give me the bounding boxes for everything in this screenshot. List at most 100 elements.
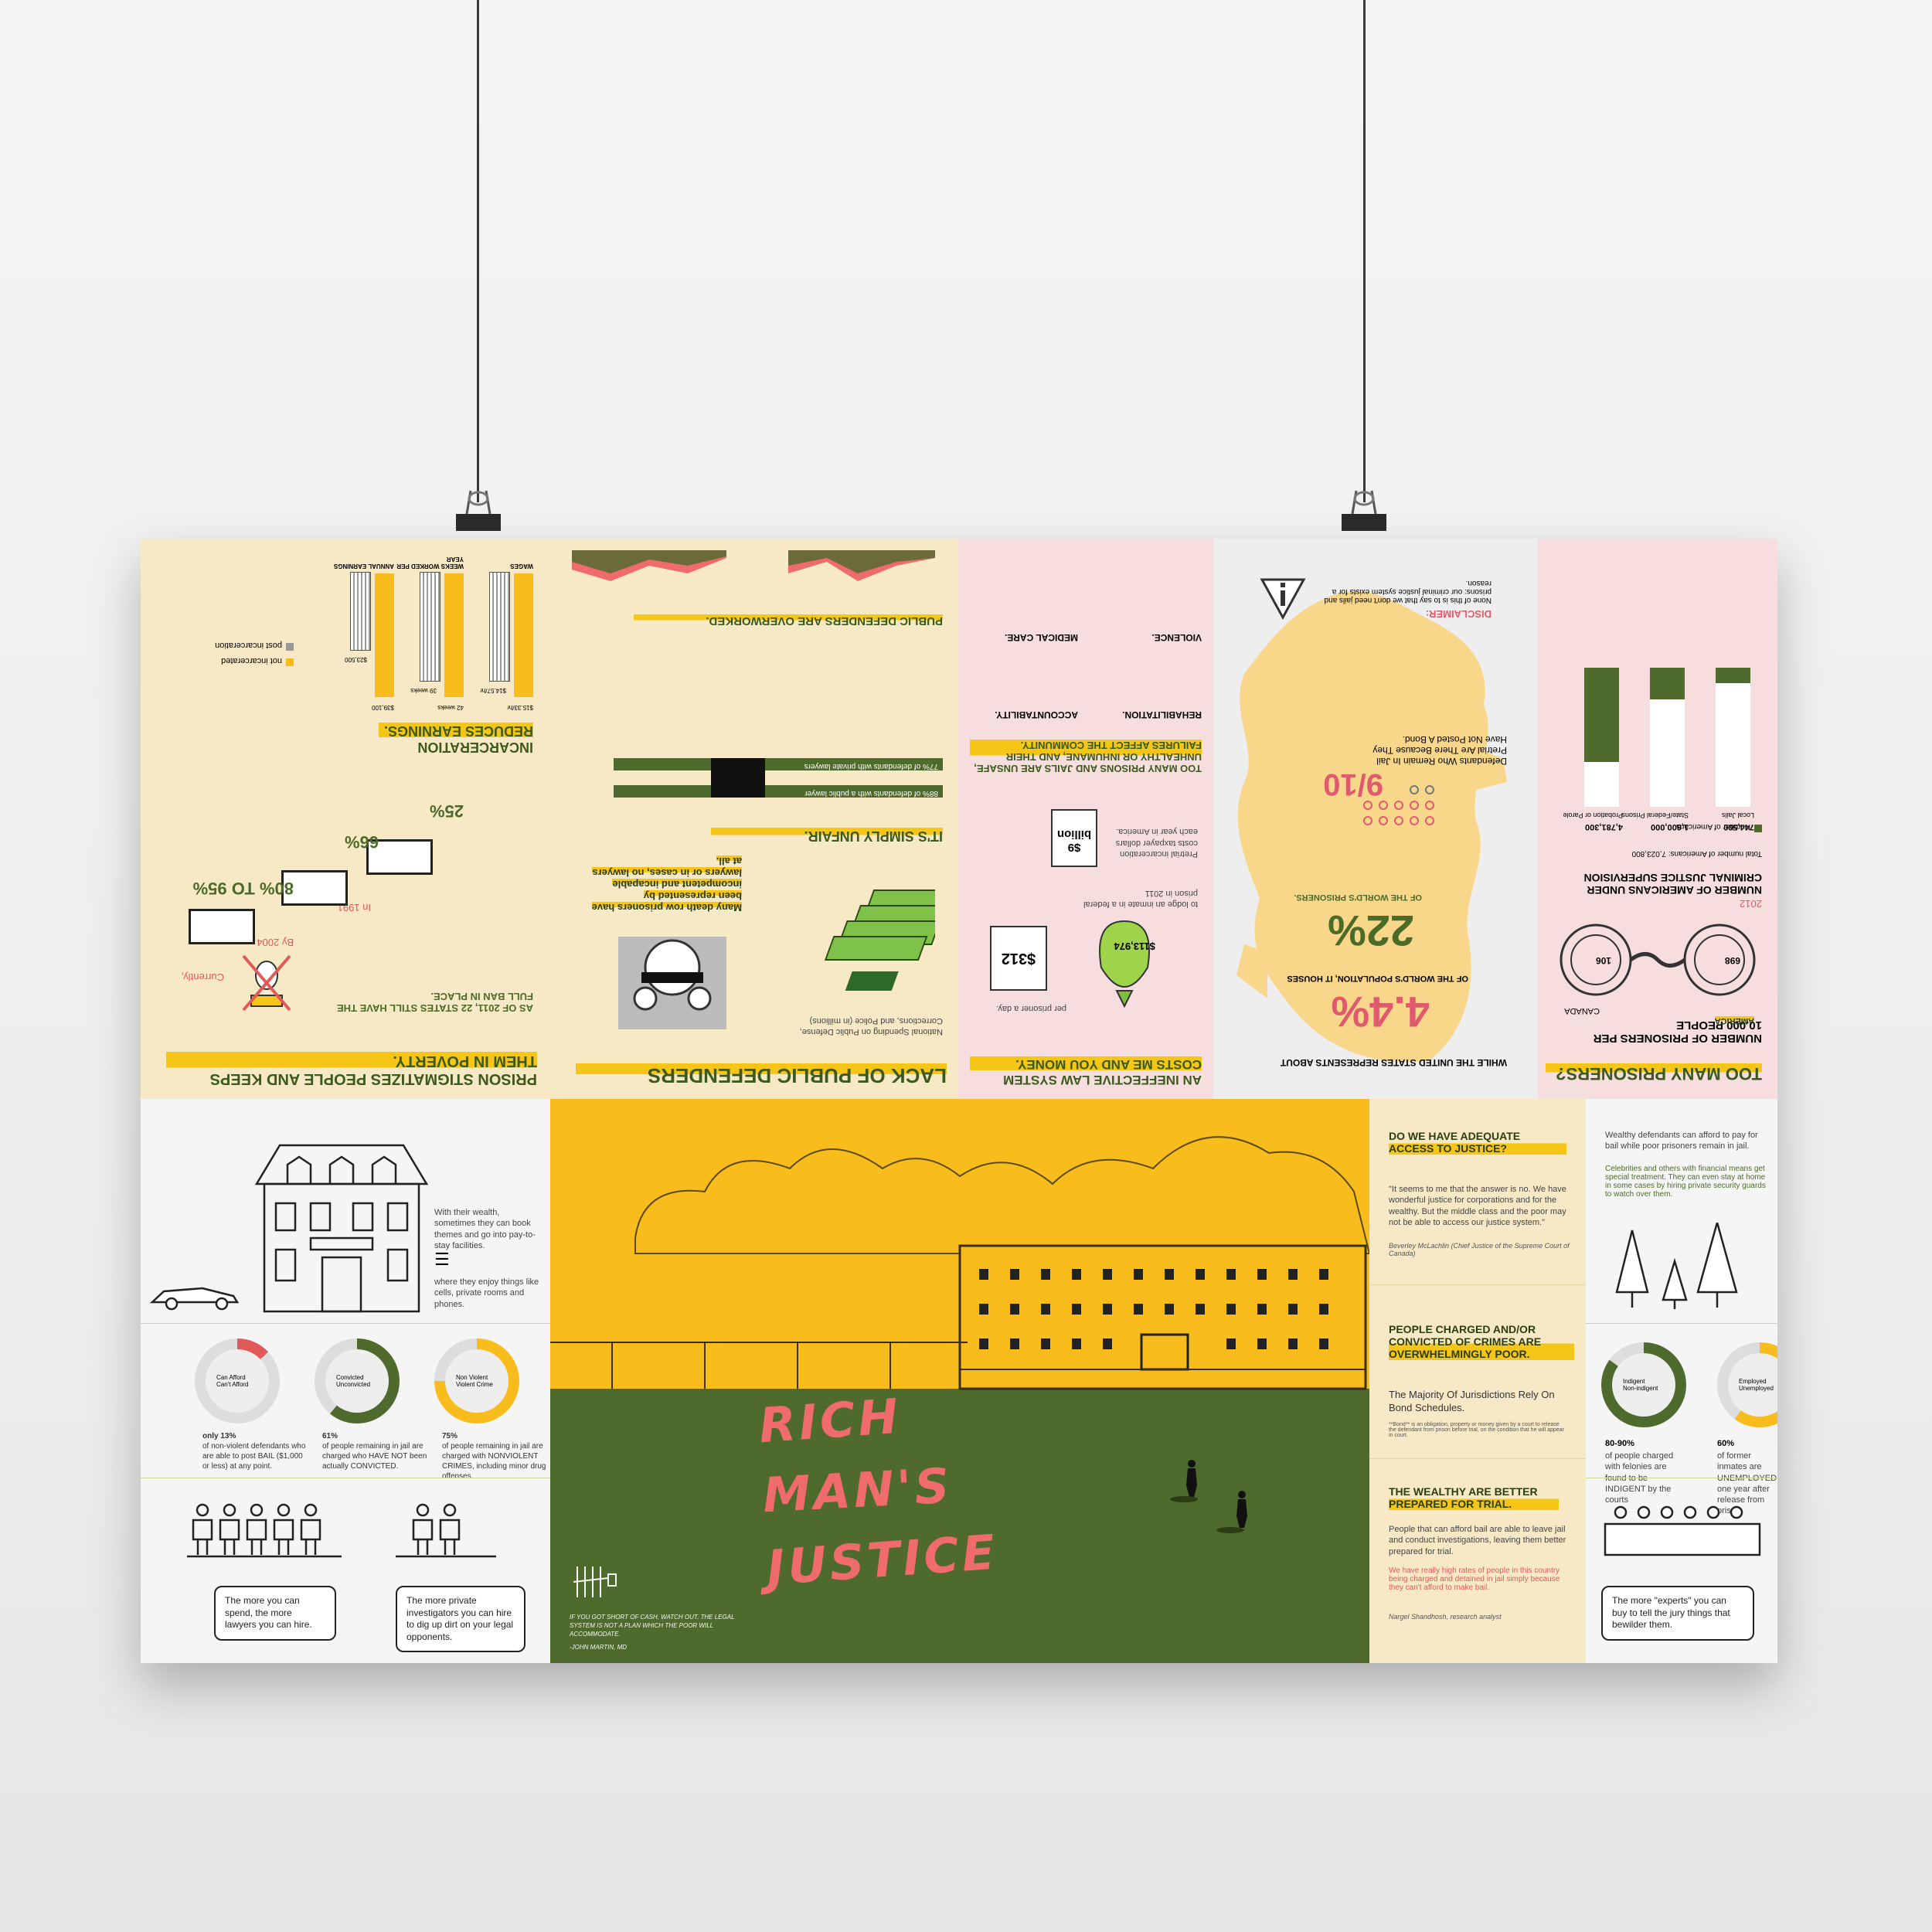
supervision-bar: 744,500 Local Jails [1716,668,1754,832]
disclaimer-text: None of this is to say that we don't nee… [1324,579,1492,604]
supervision-bar-label: Local Jails [1721,811,1754,819]
bail-stat-pct: 61% [322,1432,338,1440]
bond-icons [1345,770,1437,828]
walking-figures [1170,1460,1247,1533]
unemployed-pct: 60% [1717,1439,1735,1448]
money-bag-icon [1099,920,1150,1009]
far-right-panel: Wealthy defendants can afford to pay for… [1586,1099,1777,1663]
supervision-bar-label: State/Federal Prisons [1621,811,1689,819]
bail-stat-pct: only 13% [202,1432,236,1440]
public-defenders-heading: LACK OF PUBLIC DEFENDERS [576,1063,947,1087]
supervision-year: 2012 [1740,898,1762,910]
pct-population-caption: OF THE WORLD'S POPULATION, IT HOUSES [1287,974,1468,983]
cost2-caption: to lodge an inmate in a federal prison i… [1083,888,1198,909]
donut-label: Non Violent [456,1374,488,1381]
supervision-total: Total number of Americans: 7,023,800 [1631,849,1762,858]
cost2-value: $113,974 [1114,940,1155,952]
ineffective-item: MEDICAL CARE. [1004,632,1078,643]
earnings-group: WAGES $15.33/hr $14.57/hr [471,558,533,713]
center-title-panel: RICH MAN'S JUSTICE IF YOU GOT SHORT OF C… [550,1099,1369,1663]
too-many-prisoners-heading: TOO MANY PRISONERS? [1546,1063,1762,1083]
poor-text: The Majority Of Jurisdictions Rely On Bo… [1389,1389,1555,1413]
ineffective-item: REHABILITATION. [1122,709,1202,720]
hanging-wire-right [1363,0,1366,502]
receipt-icon: $312 [990,926,1047,991]
prison-building [958,1244,1367,1390]
legend-post-incarceration: post incarceration [215,641,294,651]
legend-not-incarcerated: not incarcerated [221,656,294,666]
bail-stat: only 13% of non-violent defendants who ar… [202,1431,311,1471]
stigma-heading: PRISON STIGMATIZES PEOPLE AND KEEPS THEM… [166,1052,537,1087]
earnings-chart: WAGES $15.33/hr $14.57/hr WEEKS WORKED PER … [317,543,533,713]
canada-value: 106 [1595,955,1611,966]
america-value: 698 [1724,955,1740,966]
supervision-title: NUMBER OF AMERICANS UNDER CRIMINAL JUSTI… [1583,872,1762,896]
america-label: AMERICA [1714,1016,1754,1026]
wealth-text-1: With their wealth, sometimes they can bo… [434,1208,536,1250]
earnings-value: $23,500 [345,656,367,663]
supervision-bar-value: 1,600,000 [1651,822,1689,832]
supervision-bar-fill [1716,668,1750,683]
pct-c: 80% TO 95% [192,879,294,898]
pct-prisoners: 22% [1327,906,1414,955]
bail-donut: Convicted Unconvicted [315,1338,400,1423]
year-2004: By 2004 [257,937,294,948]
earnings-value: $15.33/hr [507,704,533,711]
canada-label: CANADA [1564,1006,1600,1015]
donut-label: Unconvicted [336,1381,371,1388]
unfair-bar-1: 88% of defendants with a public lawyer [614,785,943,798]
earnings-label: WAGES [510,563,533,570]
binder-clip-right [1342,490,1386,531]
wifi-phone-icon: ☰ [434,1250,450,1269]
donut-label: Violent Crime [456,1381,493,1388]
mansion-icon [254,1144,429,1313]
bail-stat-text: of non-violent defendants who are able t… [202,1442,306,1471]
ban-text: AS OF 2011, 22 STATES STILL HAVE THE FUL… [336,991,533,1014]
bail-stat: 61% of people remaining in jail are charg… [322,1431,430,1471]
supervision-bar-fill [1650,668,1685,700]
ineffective-panel: AN INEFFECTIVE LAW SYSTEM COSTS ME AND Y… [958,539,1213,1099]
earnings-bar-not-incarcerated [444,573,464,697]
access-author: Beverley McLachlin (Chief Justice of the… [1389,1242,1570,1257]
bail-stat: 75% of people remaining in jail are charg… [442,1431,550,1481]
too-many-prisoners-panel: TOO MANY PRISONERS? NUMBER OF PRISONERS … [1538,539,1777,1099]
indigent-donut: Indigent Non-indigent [1601,1342,1686,1427]
warning-icon [1260,578,1306,620]
death-row-text: Many death row prisoners have been repre… [591,855,742,913]
donut-row: Can Afford Can't Afford only 13% of non-vio… [141,1331,550,1481]
map-panel: WHILE THE UNITED STATES REPRESENTS ABOUT… [1213,539,1538,1099]
bill-icon: $9 billion [1051,809,1097,867]
spending-caption: National Spending on Public Defense, Cor… [799,1015,943,1036]
workload-area-chart [572,550,935,581]
poster: TOO MANY PRISONERS? NUMBER OF PRISONERS … [141,539,1777,1663]
poor-heading: PEOPLE CHARGED AND/OR CONVICTED OF CRIME… [1389,1323,1574,1360]
access-heading: DO WE HAVE ADEQUATE ACCESS TO JUSTICE? [1389,1130,1566,1155]
earnings-label: ANNUAL EARNINGS [333,563,394,570]
title-line-2: MAN'S [761,1457,954,1524]
divider [141,1323,550,1324]
earnings-bar-not-incarcerated [514,573,533,697]
unfair-bar-dark [711,758,765,798]
supervision-bar-fill [1584,668,1619,763]
hanging-wire-left [477,0,479,502]
divider-4 [1369,1458,1586,1459]
investigators-bubble: The more private investigators you can h… [396,1586,526,1653]
supervision-bar-chart: 744,500 Local Jails 1,600,000 State/Federal… [1563,668,1754,832]
bail-donut: Can Afford Can't Afford [195,1338,280,1423]
pct-population: 4.4% [1331,988,1430,1036]
no-food-icon [242,954,291,1012]
earnings-bar-not-incarcerated [375,573,394,697]
supervision-bar: 1,600,000 State/Federal Prisons [1621,668,1689,832]
unsafe-heading: TOO MANY PRISONS AND JAILS ARE UNSAFE, U… [970,740,1202,774]
indigent-pct: 80-90% [1605,1439,1634,1448]
bail-donut: Non Violent Violent Crime [434,1338,519,1423]
supervision-bar-label: Probation or Parole [1563,811,1623,819]
donut-label: Convicted [336,1374,364,1381]
pct-a: 25% [429,801,464,821]
earnings-label: WEEKS WORKED PER YEAR [396,556,464,570]
supervision-bar-value: 744,500 [1723,822,1754,832]
unemployed-donut: Employed Unemployed [1717,1342,1777,1427]
experts-bubble: The more "experts" you can buy to tell t… [1601,1586,1754,1641]
overworked-heading: PUBLIC DEFENDERS ARE OVERWORKED. [634,614,943,628]
quote-text: IF YOU GOT SHORT OF CASH, WATCH OUT. THE… [570,1614,735,1638]
